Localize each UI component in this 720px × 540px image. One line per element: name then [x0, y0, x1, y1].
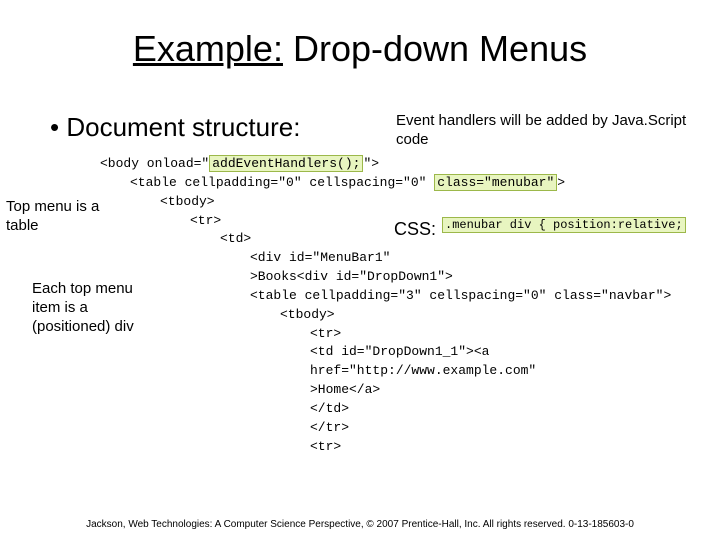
code-sample: <body onload="addEventHandlers();"> <tab…	[100, 155, 671, 457]
slide: Example: Drop-down Menus Document struct…	[0, 0, 720, 540]
annotation-top-menu-table: Top menu is a table	[6, 198, 106, 236]
slide-title: Example: Drop-down Menus	[0, 28, 720, 70]
title-underlined: Example:	[133, 28, 283, 69]
section-heading: Document structure:	[50, 112, 300, 143]
footer-citation: Jackson, Web Technologies: A Computer Sc…	[0, 519, 720, 530]
title-rest: Drop-down Menus	[283, 28, 587, 69]
annotation-event-handlers: Event handlers will be added by Java.Scr…	[396, 112, 696, 150]
